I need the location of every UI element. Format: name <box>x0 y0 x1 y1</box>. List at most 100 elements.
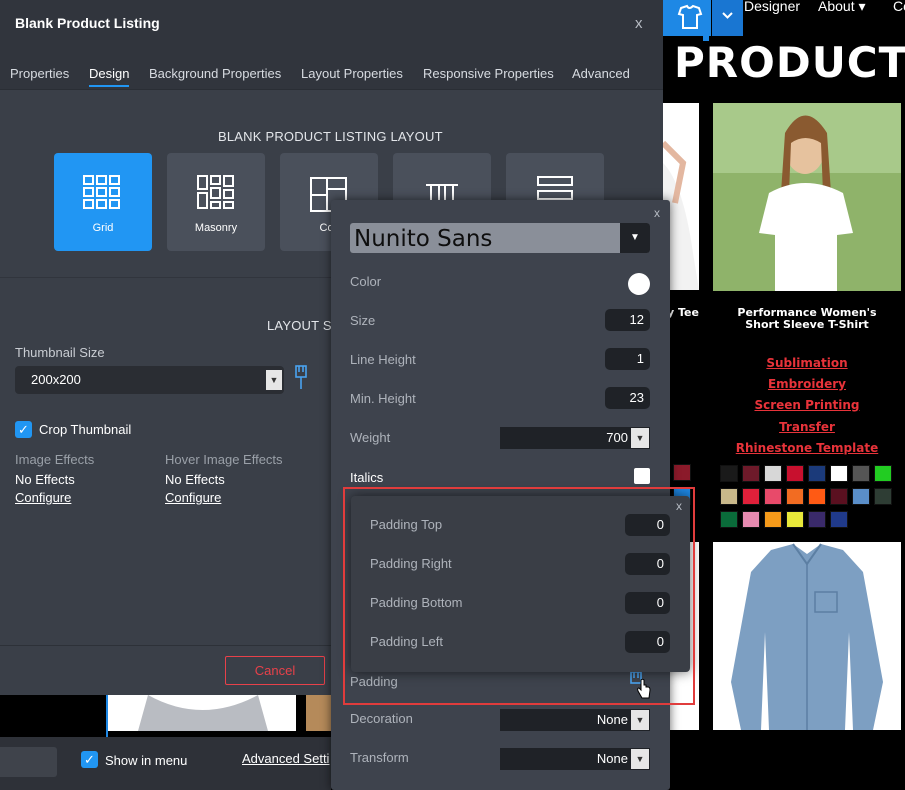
color-picker[interactable] <box>628 273 650 295</box>
color-swatch[interactable] <box>673 464 691 481</box>
size-label: Size <box>350 313 376 328</box>
show-in-menu-checkbox[interactable]: ✓ <box>81 751 98 768</box>
dialog-header: Blank Product Listing x <box>0 0 663 48</box>
layout-option-masonry[interactable]: Masonry <box>167 153 265 251</box>
page-title: PRODUCTS <box>674 38 905 87</box>
cancel-button[interactable]: Cancel <box>225 656 325 685</box>
color-swatch[interactable] <box>874 465 892 482</box>
color-swatch[interactable] <box>720 511 738 528</box>
color-swatch[interactable] <box>720 488 738 505</box>
chevron-down-icon: ▼ <box>620 223 650 253</box>
close-icon[interactable]: x <box>635 15 643 32</box>
min-height-label: Min. Height <box>350 391 416 406</box>
font-family-select[interactable]: Nunito Sans ▼ <box>350 223 650 253</box>
nav-dropdown-button[interactable] <box>712 0 743 36</box>
crop-thumbnail-label: Crop Thumbnail <box>39 422 132 437</box>
size-input[interactable]: 12 <box>605 309 650 331</box>
chevron-down-icon: ▼ <box>631 710 649 730</box>
line-height-input[interactable]: 1 <box>605 348 650 370</box>
color-swatch[interactable] <box>742 488 760 505</box>
transform-value: None <box>596 751 628 766</box>
color-swatch[interactable] <box>808 511 826 528</box>
color-swatch[interactable] <box>720 465 738 482</box>
close-icon[interactable]: x <box>654 206 660 220</box>
color-swatch[interactable] <box>786 488 804 505</box>
color-swatch[interactable] <box>830 465 848 482</box>
color-swatch[interactable] <box>786 465 804 482</box>
color-swatch[interactable] <box>852 488 870 505</box>
advanced-settings-link[interactable]: Advanced Setti <box>242 751 329 766</box>
product-image[interactable] <box>713 103 901 291</box>
nav-link-about[interactable]: About ▾ <box>818 0 866 15</box>
selection-outline <box>106 695 108 737</box>
tshirt-icon <box>677 4 703 29</box>
bottom-input[interactable] <box>0 747 57 777</box>
layout-settings-heading: LAYOUT S <box>267 318 332 333</box>
nav-link-designer[interactable]: Designer <box>744 0 800 14</box>
nav-link-contact[interactable]: Co <box>893 0 905 14</box>
layout-option-label: Grid <box>92 222 114 234</box>
service-link[interactable]: Rhinestone Template <box>712 441 902 455</box>
hover-effects-label: Hover Image Effects <box>165 452 283 467</box>
service-link[interactable]: Sublimation <box>712 356 902 370</box>
color-swatch[interactable] <box>742 511 760 528</box>
line-height-label: Line Height <box>350 352 416 367</box>
color-swatch[interactable] <box>874 488 892 505</box>
image-effects-configure-link[interactable]: Configure <box>15 490 71 505</box>
chevron-down-icon: ▼ <box>266 370 282 390</box>
transform-select[interactable]: None ▼ <box>500 748 650 770</box>
tab-properties[interactable]: Properties <box>10 66 69 81</box>
color-swatch[interactable] <box>808 465 826 482</box>
weight-select[interactable]: 700 ▼ <box>500 427 650 449</box>
crop-thumbnail-checkbox[interactable]: ✓ <box>15 421 32 438</box>
min-height-input[interactable]: 23 <box>605 387 650 409</box>
tab-design[interactable]: Design <box>89 66 130 87</box>
layout-option-grid[interactable]: Grid <box>54 153 152 251</box>
weight-value: 700 <box>606 430 628 445</box>
tshirt-menu-button[interactable] <box>663 0 711 36</box>
show-in-menu-label: Show in menu <box>105 753 188 768</box>
chevron-down-icon: ▼ <box>631 428 649 448</box>
service-link[interactable]: Embroidery <box>712 377 902 391</box>
color-swatch[interactable] <box>764 511 782 528</box>
tab-layout-properties[interactable]: Layout Properties <box>301 66 403 81</box>
thumbnail-size-value: 200x200 <box>31 372 81 387</box>
color-swatch[interactable] <box>852 465 870 482</box>
layout-heading: BLANK PRODUCT LISTING LAYOUT <box>218 129 443 144</box>
tab-responsive-properties[interactable]: Responsive Properties <box>423 66 554 81</box>
color-swatch[interactable] <box>742 465 760 482</box>
tab-background-properties[interactable]: Background Properties <box>149 66 281 81</box>
tab-advanced[interactable]: Advanced <box>572 66 630 81</box>
color-swatch[interactable] <box>830 511 848 528</box>
color-swatch[interactable] <box>808 488 826 505</box>
color-swatch[interactable] <box>830 488 848 505</box>
italics-label: Italics <box>350 470 384 485</box>
color-swatch[interactable] <box>764 488 782 505</box>
service-link[interactable]: Screen Printing <box>712 398 902 412</box>
product-image[interactable] <box>108 695 296 731</box>
grid-icon <box>83 175 120 209</box>
italics-checkbox[interactable] <box>634 468 650 484</box>
color-swatch[interactable] <box>786 511 804 528</box>
decoration-select[interactable]: None ▼ <box>500 709 650 731</box>
hover-effects-value: No Effects <box>165 472 225 487</box>
dialog-title: Blank Product Listing <box>15 15 160 31</box>
highlight-box <box>343 487 695 705</box>
chevron-down-icon <box>722 12 733 19</box>
service-link[interactable]: Transfer <box>712 420 902 434</box>
product-image[interactable] <box>713 542 901 730</box>
product-image[interactable] <box>306 695 331 731</box>
product-name[interactable]: Performance Women's Short Sleeve T-Shirt <box>722 307 892 331</box>
tab-bar: Properties Design Background Properties … <box>0 48 663 90</box>
weight-label: Weight <box>350 430 391 445</box>
color-swatch[interactable] <box>764 465 782 482</box>
thumbnail-size-select[interactable]: 200x200 ▼ <box>15 366 284 394</box>
bottom-bar: ✓ Show in menu Advanced Setti <box>0 737 331 790</box>
chevron-down-icon: ▼ <box>631 749 649 769</box>
masonry-icon <box>197 175 234 209</box>
decoration-label: Decoration <box>350 711 413 726</box>
layout-option-label: Masonry <box>194 222 238 234</box>
hover-effects-configure-link[interactable]: Configure <box>165 490 221 505</box>
paint-brush-icon[interactable] <box>293 364 309 392</box>
image-effects-label: Image Effects <box>15 452 95 467</box>
